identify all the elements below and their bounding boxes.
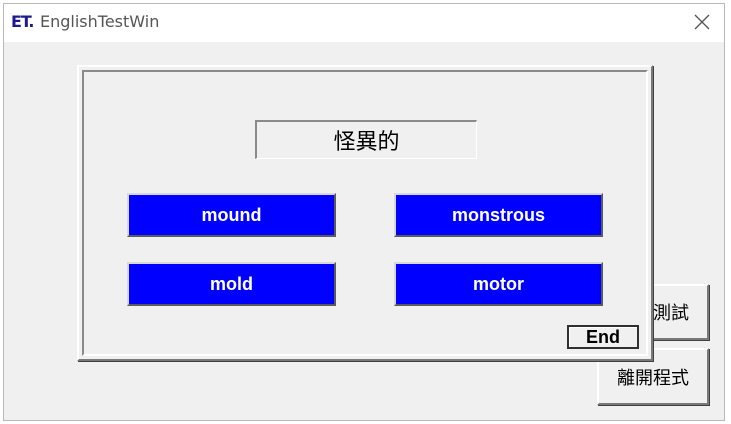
app-logo-icon: ET. — [11, 12, 35, 31]
quiz-dialog: 怪異的 mound monstrous mold motor End — [77, 65, 653, 361]
answer-option-1[interactable]: mound — [127, 193, 336, 237]
title-bar[interactable]: ET. EnglishTestWin — [4, 4, 724, 42]
answer-option-3[interactable]: mold — [127, 262, 336, 306]
question-word: 怪異的 — [255, 120, 477, 159]
answer-option-2[interactable]: monstrous — [394, 193, 603, 237]
window-title: EnglishTestWin — [40, 12, 160, 31]
end-button[interactable]: End — [567, 325, 639, 349]
answer-option-4[interactable]: motor — [394, 262, 603, 306]
close-icon[interactable] — [692, 12, 712, 32]
